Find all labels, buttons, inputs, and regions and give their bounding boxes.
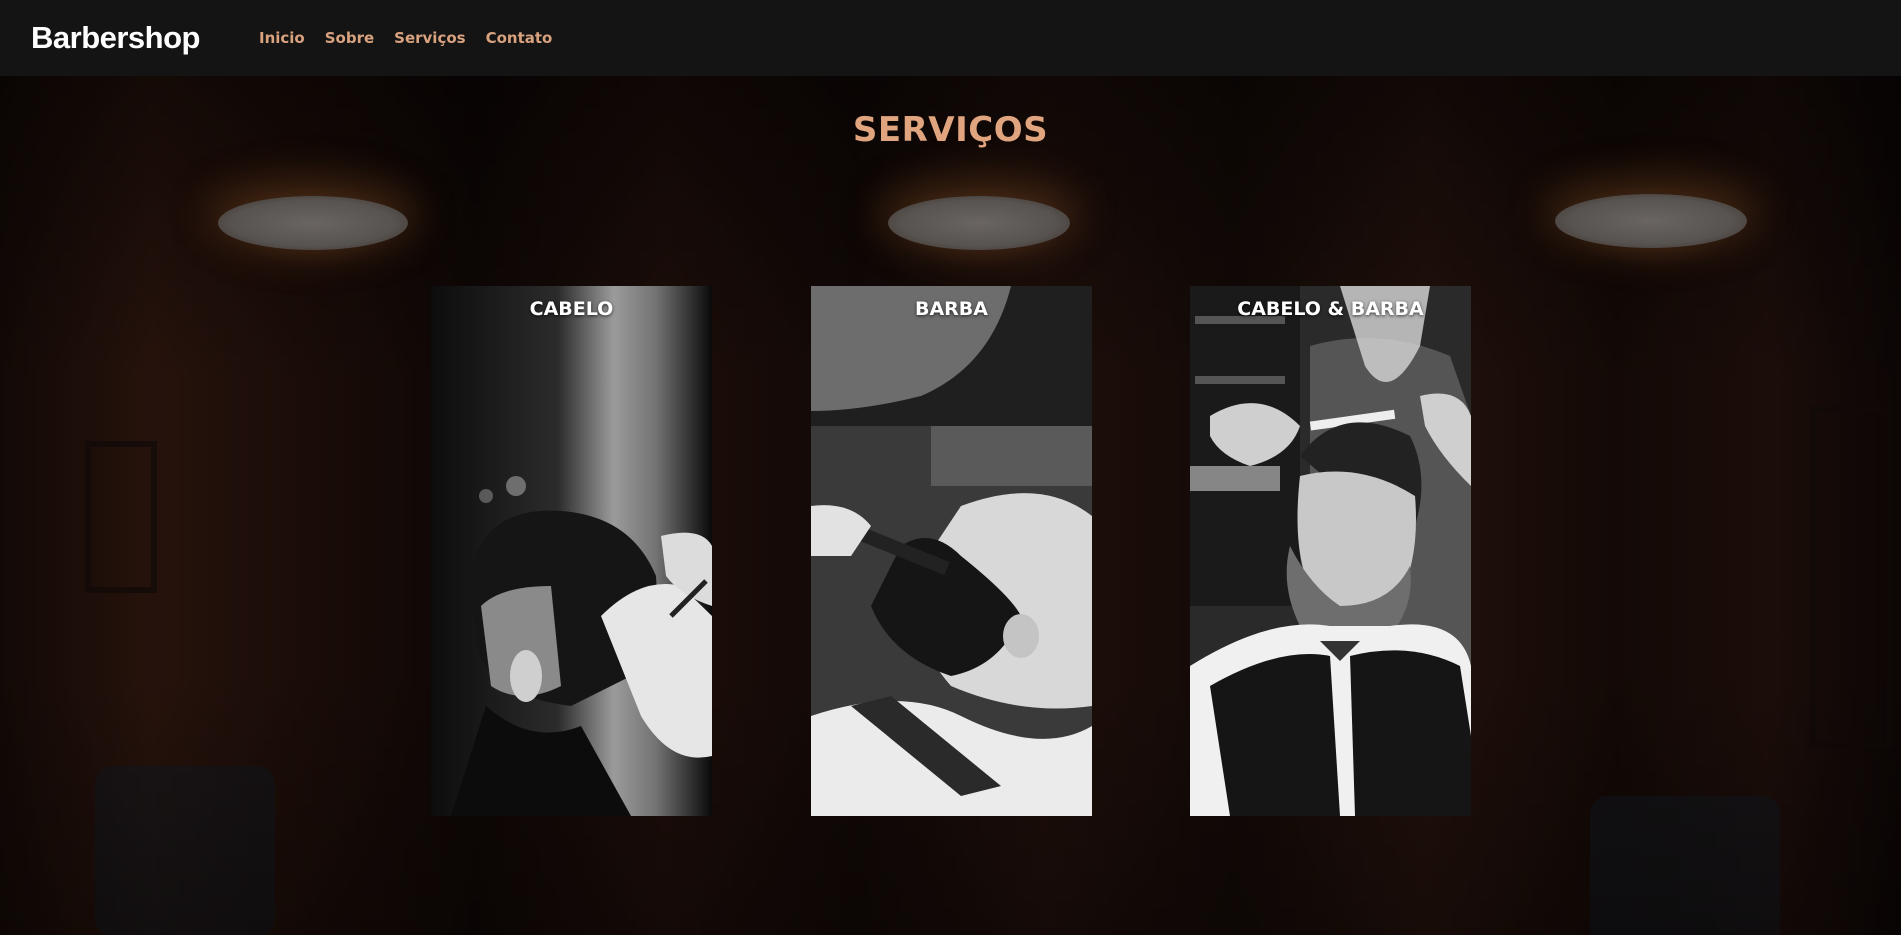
nav-link-servicos[interactable]: Serviços bbox=[394, 29, 465, 47]
ceiling-lamp bbox=[888, 196, 1070, 250]
service-card-cabelo[interactable]: CABELO bbox=[431, 286, 712, 816]
ceiling-lamp bbox=[218, 196, 408, 250]
service-card-barba[interactable]: BARBA bbox=[811, 286, 1092, 816]
nav-link-sobre[interactable]: Sobre bbox=[325, 29, 374, 47]
main-nav: Inicio Sobre Serviços Contato bbox=[259, 29, 552, 47]
top-navbar: Barbershop Inicio Sobre Serviços Contato bbox=[0, 0, 1901, 76]
page: Barbershop Inicio Sobre Serviços Contato… bbox=[0, 0, 1901, 935]
nav-link-contato[interactable]: Contato bbox=[486, 29, 553, 47]
service-card-cabelo-barba[interactable]: CABELO & BARBA bbox=[1190, 286, 1471, 816]
ceiling-lamp bbox=[1555, 194, 1747, 248]
haircut-photo bbox=[431, 286, 712, 816]
card-title: CABELO bbox=[529, 298, 614, 320]
nav-link-inicio[interactable]: Inicio bbox=[259, 29, 305, 47]
hair-and-beard-photo bbox=[1190, 286, 1471, 816]
card-title: CABELO & BARBA bbox=[1237, 298, 1424, 320]
section-title: SERVIÇOS bbox=[852, 110, 1049, 150]
card-title: BARBA bbox=[914, 298, 988, 320]
site-logo[interactable]: Barbershop bbox=[31, 20, 200, 56]
beard-trim-photo bbox=[811, 286, 1092, 816]
